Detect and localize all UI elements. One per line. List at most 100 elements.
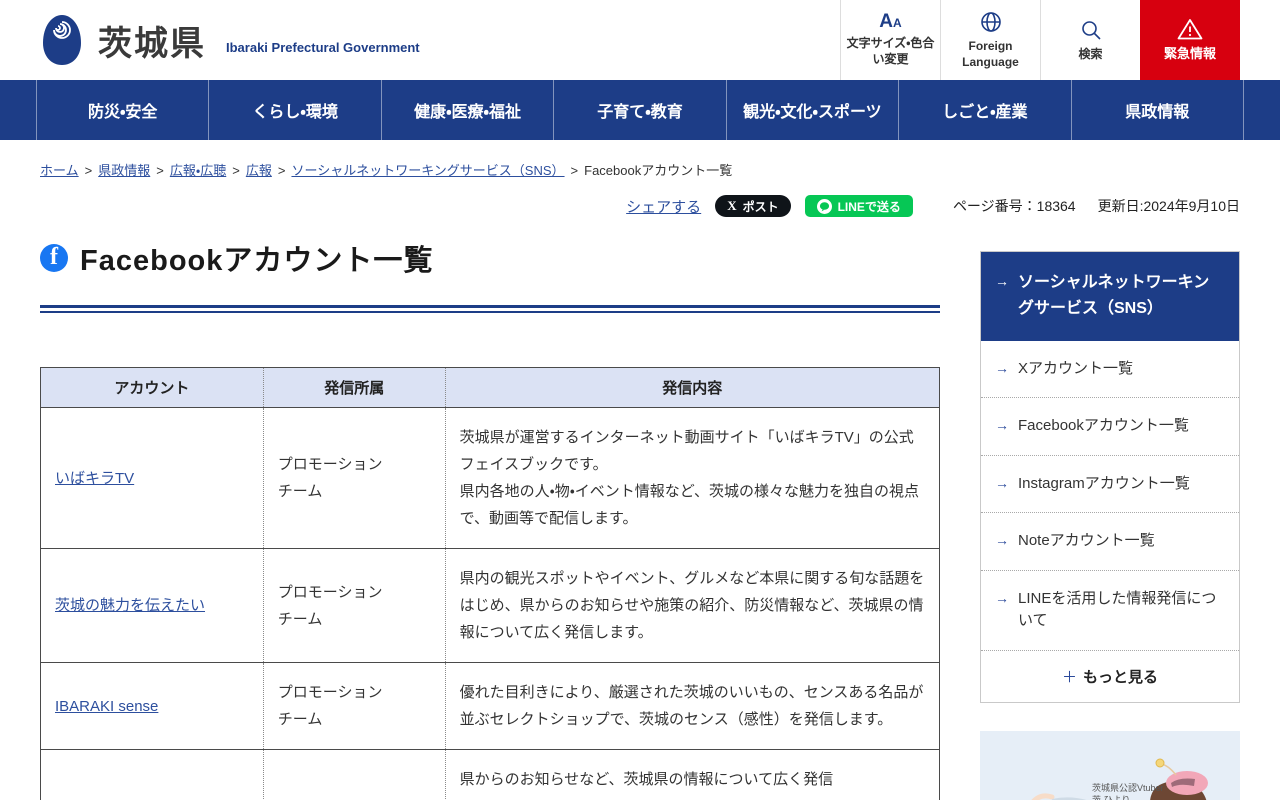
arrow-icon: → [995, 474, 1009, 491]
sidebar: → ソーシャルネットワーキングサービス（SNS） → Xアカウント一覧 → Fa… [980, 251, 1240, 800]
sidebar-item-note-accounts[interactable]: → Noteアカウント一覧 [981, 512, 1239, 570]
description-cell: 県からのお知らせなど、茨城県の情報について広く発信 [444, 749, 940, 800]
nav-item-work-industry[interactable]: しごと・産業 [898, 80, 1070, 140]
breadcrumb-separator: > [84, 163, 93, 178]
search-button[interactable]: 検索 [1040, 0, 1140, 80]
nav-item-prefectural-info[interactable]: 県政情報 [1070, 80, 1244, 140]
font-size-label: 文字サイズ・色合い変更 [846, 36, 935, 66]
arrow-icon: → [995, 359, 1009, 376]
sidebar-item-label: Instagramアカウント一覧 [1018, 474, 1190, 492]
nav-item-disaster-safety[interactable]: 防災・安全 [36, 80, 208, 140]
affiliation-cell: プロモーション チーム [262, 548, 446, 663]
sidebar-item-instagram-accounts[interactable]: → Instagramアカウント一覧 [981, 454, 1239, 513]
main-column: f Facebookアカウント一覧 アカウント 発信所属 発信内容 いばキラTV… [40, 217, 940, 800]
site-logo-link[interactable]: 茨城県 Ibaraki Prefectural Government [0, 0, 420, 80]
table-header-row: アカウント 発信所属 発信内容 [40, 367, 940, 408]
foreign-language-button[interactable]: Foreign Language [940, 0, 1040, 80]
plus-icon: ＋ [1061, 668, 1077, 686]
line-icon [816, 198, 832, 214]
site-subtitle: Ibaraki Prefectural Government [226, 39, 420, 55]
breadcrumb-current: Facebookアカウント一覧 [584, 163, 733, 178]
nav-item-health-medical-welfare[interactable]: 健康・医療・福祉 [380, 80, 553, 140]
arrow-icon: → [995, 589, 1009, 606]
page-title: f Facebookアカウント一覧 [40, 237, 940, 279]
share-row: シェアする X ポスト LINEで送る ページ番号：18364 更新日:2024… [0, 195, 1280, 217]
search-icon [1081, 20, 1101, 40]
font-size-icon: AA [879, 11, 902, 33]
nav-item-tourism-culture-sports[interactable]: 観光・文化・スポーツ [725, 80, 898, 140]
arrow-icon: → [995, 532, 1009, 549]
search-label: 検索 [1078, 46, 1103, 61]
column-header-affiliation: 発信所属 [262, 367, 446, 408]
column-header-content: 発信内容 [444, 367, 940, 408]
affiliation-cell: プロモーション チーム [262, 407, 446, 549]
x-post-button[interactable]: X ポスト [715, 195, 791, 217]
ibaraki-rose-logo-icon [43, 15, 81, 65]
warning-triangle-icon [1177, 19, 1203, 40]
sidebar-item-label: Xアカウント一覧 [1018, 359, 1134, 377]
sidebar-item-label: Facebookアカウント一覧 [1018, 417, 1189, 435]
mascot-caption-line1: 茨城県公認Vtuber [1092, 783, 1164, 793]
content: f Facebookアカウント一覧 アカウント 発信所属 発信内容 いばキラTV… [0, 217, 1280, 800]
foreign-language-label: Foreign Language [962, 38, 1019, 69]
header-tools: AA 文字サイズ・色合い変更 Foreign Language 検索 緊急情報 [840, 0, 1240, 80]
emergency-label: 緊急情報 [1163, 46, 1216, 62]
affiliation-cell [262, 749, 446, 800]
sidebar-header-label: ソーシャルネットワーキングサービス（SNS） [1018, 274, 1210, 318]
page-meta: ページ番号：18364 更新日:2024年9月10日 [953, 196, 1240, 216]
sns-menu-box: → ソーシャルネットワーキングサービス（SNS） → Xアカウント一覧 → Fa… [980, 251, 1240, 703]
sidebar-item-sns-top[interactable]: → ソーシャルネットワーキングサービス（SNS） [981, 252, 1239, 341]
facebook-icon: f [40, 244, 68, 272]
site-header: 茨城県 Ibaraki Prefectural Government AA 文字… [0, 0, 1280, 80]
sidebar-item-facebook-accounts[interactable]: → Facebookアカウント一覧 [981, 397, 1239, 455]
page-title-text: Facebookアカウント一覧 [80, 245, 434, 277]
line-share-label: LINEで送る [837, 199, 901, 214]
nav-item-childcare-education[interactable]: 子育て・教育 [553, 80, 725, 140]
breadcrumb-separator: > [232, 163, 240, 178]
sidebar-item-line-info[interactable]: → LINEを活用した情報発信について [981, 569, 1239, 650]
nav-item-living-environment[interactable]: くらし・環境 [208, 80, 380, 140]
breadcrumb-separator: > [570, 163, 579, 178]
account-link-ibaraki-sense[interactable]: IBARAKI sense [55, 698, 158, 715]
table-row: IBARAKI sense プロモーション チーム 優れた目利きにより、厳選され… [40, 662, 940, 750]
x-logo-icon: X [727, 198, 737, 213]
table-row: 茨城の魅力を伝えたい プロモーション チーム 県内の観光スポットやイベント、グル… [40, 548, 940, 663]
updated-date: 更新日:2024年9月10日 [1097, 198, 1240, 214]
table-row: 県からのお知らせなど、茨城県の情報について広く発信 [40, 749, 940, 800]
account-link-ibakira-tv[interactable]: いばキラTV [55, 470, 134, 487]
see-more-label: もっと見る [1083, 668, 1159, 686]
sidebar-item-label: LINEを活用した情報発信について [1018, 589, 1217, 630]
globe-icon [980, 12, 1001, 32]
breadcrumb-separator: > [277, 163, 286, 178]
line-share-button[interactable]: LINEで送る [804, 195, 913, 217]
breadcrumb-home[interactable]: ホーム [40, 163, 79, 178]
emergency-info-button[interactable]: 緊急情報 [1140, 0, 1240, 80]
description-cell: 優れた目利きにより、厳選された茨城のいいもの、センスある名品が並ぶセレクトショッ… [444, 662, 940, 750]
breadcrumb-prefectural-info[interactable]: 県政情報 [98, 163, 150, 178]
font-size-color-button[interactable]: AA 文字サイズ・色合い変更 [840, 0, 940, 80]
see-more-button[interactable]: ＋ もっと見る [981, 649, 1239, 702]
page-number: ページ番号：18364 [952, 198, 1076, 214]
description-cell: 茨城県が運営するインターネット動画サイト「いばキラTV」の公式フェイスブックです… [444, 407, 940, 549]
site-name: 茨城県 [98, 24, 206, 63]
sidebar-item-x-accounts[interactable]: → Xアカウント一覧 [981, 341, 1239, 398]
facebook-accounts-table: アカウント 発信所属 発信内容 いばキラTV プロモーション チーム 茨城県が運… [40, 367, 940, 800]
breadcrumb-kouhou-kouchou[interactable]: 広報・広聴 [170, 163, 226, 178]
table-row: いばキラTV プロモーション チーム 茨城県が運営するインターネット動画サイト「… [40, 407, 940, 549]
x-post-label: ポスト [742, 199, 779, 214]
share-link[interactable]: シェアする [626, 196, 701, 217]
breadcrumb-kouhou[interactable]: 広報 [246, 163, 272, 178]
affiliation-cell: プロモーション チーム [262, 662, 446, 750]
arrow-icon: → [995, 417, 1009, 434]
breadcrumb: ホーム > 県政情報 > 広報・広聴 > 広報 > ソーシャルネットワーキングサービス（SNS）… [0, 140, 1280, 179]
sidebar-item-label: Noteアカウント一覧 [1018, 532, 1155, 550]
description-cell: 県内の観光スポットやイベント、グルメなど本県に関する旬な話題をはじめ、県からのお… [444, 548, 940, 663]
account-link-ibaraki-miryoku[interactable]: 茨城の魅力を伝えたい [55, 597, 205, 614]
mascot-caption-line2: 茨 ひより [1092, 795, 1130, 800]
mascot-banner[interactable]: 茨城県公認Vtuber 茨 ひより [980, 730, 1240, 800]
column-header-account: アカウント [40, 367, 264, 408]
breadcrumb-separator: > [156, 163, 164, 178]
breadcrumb-sns[interactable]: ソーシャルネットワーキングサービス（SNS） [291, 163, 564, 178]
global-nav: 防災・安全 くらし・環境 健康・医療・福祉 子育て・教育 観光・文化・スポーツ … [0, 80, 1280, 140]
arrow-icon: → [995, 273, 1009, 289]
